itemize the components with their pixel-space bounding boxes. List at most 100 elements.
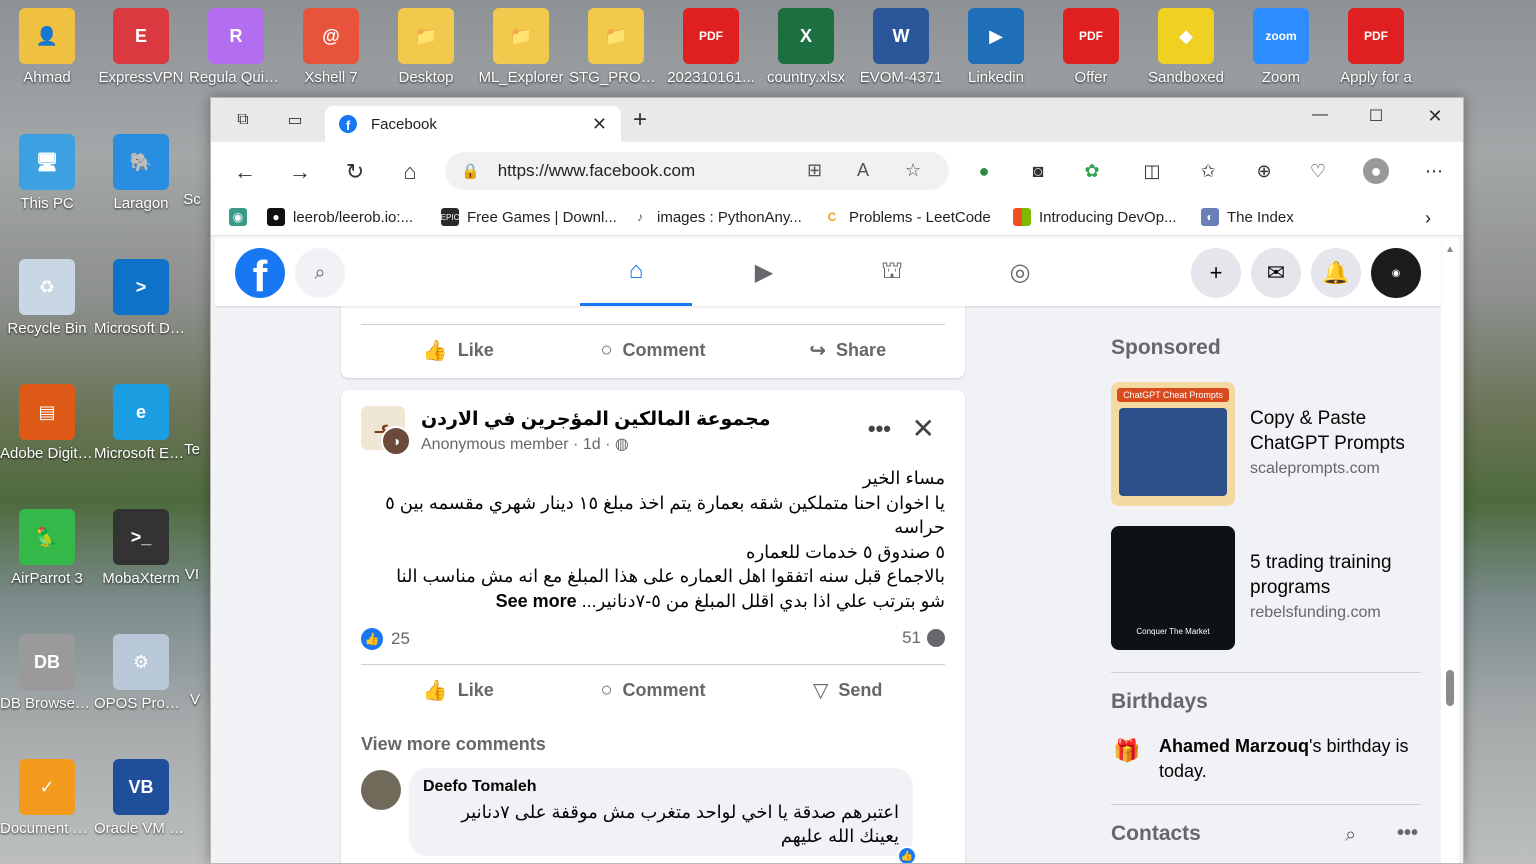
ad-title[interactable]: 5 trading training programs bbox=[1250, 550, 1420, 600]
scroll-up-arrow-icon[interactable]: ▲ bbox=[1445, 244, 1455, 255]
scrollbar-thumb[interactable] bbox=[1446, 670, 1454, 706]
favorite-leerob[interactable]: ● leerob/leerob.io:... bbox=[267, 208, 413, 226]
view-more-comments-link[interactable]: View more comments bbox=[361, 734, 546, 755]
desktop-icon-offer[interactable]: PDF Offer bbox=[1044, 8, 1138, 88]
read-aloud-icon[interactable]: A bbox=[857, 160, 869, 181]
desktop-icon-document-reader[interactable]: ✓ Document Reader bbox=[0, 759, 94, 839]
page-scrollbar[interactable]: ▲ bbox=[1441, 238, 1459, 863]
desktop-icon-stg-pro-p[interactable]: 📁 STG_PRO_P... bbox=[569, 8, 663, 88]
partial-icon-label[interactable]: V bbox=[180, 690, 210, 710]
desktop-icon-adobe-digital-ed[interactable]: ▤ Adobe Digital Ed... bbox=[0, 384, 94, 464]
nav-groups-icon[interactable]: ◎ bbox=[964, 238, 1076, 306]
settings-more-icon[interactable]: ⋯ bbox=[1421, 158, 1447, 184]
favorite-unnamed[interactable]: ◉ bbox=[229, 208, 255, 226]
back-button[interactable]: ← bbox=[231, 158, 259, 186]
account-avatar[interactable]: ◉ bbox=[1371, 248, 1421, 298]
desktop-icon-country-xlsx[interactable]: Xcountry.xlsx bbox=[759, 8, 853, 88]
url-text[interactable]: https://www.facebook.com bbox=[498, 161, 695, 181]
partial-icon-label[interactable]: Sc bbox=[172, 190, 212, 210]
post-time[interactable]: 1d bbox=[583, 436, 601, 453]
notifications-bell-icon[interactable]: 🔔 bbox=[1311, 248, 1361, 298]
desktop-icon-xshell-7[interactable]: @ Xshell 7 bbox=[284, 8, 378, 88]
collections-icon[interactable]: ⊕ bbox=[1251, 158, 1277, 184]
split-screen-icon[interactable]: ◫ bbox=[1139, 158, 1165, 184]
ad-title[interactable]: Copy & Paste ChatGPT Prompts bbox=[1250, 406, 1421, 456]
group-name[interactable]: مجموعة المالكين المؤجرين في الاردن bbox=[421, 408, 771, 431]
desktop-icon-202310161[interactable]: PDF 202310161... bbox=[664, 8, 758, 88]
reaction-count[interactable]: 👍 25 bbox=[361, 628, 410, 650]
comment-button[interactable]: ○ Comment bbox=[556, 665, 751, 716]
desktop-icon-airparrot-3[interactable]: 🦜 AirParrot 3 bbox=[0, 509, 94, 589]
ad-image[interactable]: ChatGPT Cheat Prompts bbox=[1111, 382, 1235, 506]
favorite-leetcode[interactable]: C Problems - LeetCode bbox=[823, 208, 991, 226]
desktop-icon-linkedin[interactable]: ▶ Linkedin bbox=[949, 8, 1043, 88]
lock-icon[interactable]: 🔒 bbox=[461, 162, 480, 180]
create-plus-icon[interactable]: + bbox=[1191, 248, 1241, 298]
forward-button[interactable]: → bbox=[286, 158, 314, 186]
extension-tampermonkey-icon[interactable]: ◙ bbox=[1025, 158, 1051, 184]
more-favorites-chevron-icon[interactable]: › bbox=[1425, 208, 1431, 229]
desktop-icon-apply-for-a[interactable]: PDF Apply for a bbox=[1329, 8, 1423, 88]
post-author[interactable]: Anonymous member bbox=[421, 436, 569, 453]
like-button[interactable]: 👍 Like bbox=[361, 665, 556, 716]
profile-avatar-icon[interactable]: ● bbox=[1363, 158, 1389, 184]
send-button[interactable]: ▽ Send bbox=[750, 665, 945, 716]
desktop-icon-opos-properti[interactable]: ⚙ OPOS Properti... bbox=[94, 634, 188, 714]
minimize-button[interactable]: — bbox=[1297, 106, 1343, 124]
app-available-icon[interactable]: ⊞ bbox=[807, 160, 822, 181]
desktop-icon-desktop[interactable]: 📁 Desktop bbox=[379, 8, 473, 88]
partial-icon-label[interactable]: Te bbox=[172, 440, 212, 460]
partial-icon-label[interactable]: VI bbox=[172, 565, 212, 585]
share-button[interactable]: ↪ Share bbox=[750, 325, 945, 376]
favorite-devops[interactable]: Introducing DevOp... bbox=[1013, 208, 1177, 226]
ad-image[interactable]: Conquer The Market bbox=[1111, 526, 1235, 650]
commenter-name[interactable]: Deefo Tomaleh bbox=[423, 778, 899, 796]
refresh-button[interactable]: ↻ bbox=[341, 158, 369, 186]
desktop-icon-sandboxed[interactable]: ◆ Sandboxed bbox=[1139, 8, 1233, 88]
extension-android-icon[interactable]: ✿ bbox=[1079, 158, 1105, 184]
nav-video-icon[interactable]: ▶ bbox=[708, 238, 820, 306]
desktop-icon-ahmad[interactable]: 👤 Ahmad bbox=[0, 8, 94, 88]
desktop-icon-expressvpn[interactable]: E ExpressVPN bbox=[94, 8, 188, 88]
desktop-icon-microsoft-data-mi[interactable]: > Microsoft Data Mi... bbox=[94, 259, 188, 339]
comment-count[interactable]: 51 bbox=[902, 628, 945, 648]
tab-facebook[interactable]: f Facebook ✕ bbox=[325, 106, 621, 142]
hide-post-close-icon[interactable]: ✕ bbox=[912, 412, 935, 445]
facebook-logo-icon[interactable]: f bbox=[235, 248, 285, 298]
favorite-epic-games[interactable]: EPIC Free Games | Downl... bbox=[441, 208, 617, 226]
desktop-icon-this-pc[interactable]: 🖥 This PC bbox=[0, 134, 94, 214]
new-tab-button[interactable]: + bbox=[633, 108, 647, 132]
close-tab-icon[interactable]: ✕ bbox=[592, 114, 607, 135]
address-bar[interactable]: 🔒 https://www.facebook.com ⊞ A ☆ bbox=[445, 152, 949, 190]
favorite-the-index[interactable]: ◐ The Index bbox=[1201, 208, 1294, 226]
nav-home-icon[interactable]: ⌂ bbox=[580, 238, 692, 306]
contacts-search-icon[interactable]: ⌕ bbox=[1345, 824, 1356, 847]
more-options-icon[interactable]: ••• bbox=[868, 416, 891, 442]
workspaces-icon[interactable]: ⧉ bbox=[231, 108, 255, 132]
nav-marketplace-icon[interactable]: ⛫ bbox=[836, 238, 948, 306]
commenter-avatar[interactable] bbox=[361, 770, 401, 810]
desktop-icon-regula-quick[interactable]: R Regula Quick ... bbox=[189, 8, 283, 88]
desktop-icon-zoom[interactable]: zoom Zoom bbox=[1234, 8, 1328, 88]
tab-actions-icon[interactable]: ▭ bbox=[283, 108, 307, 132]
desktop-icon-ml-explorer[interactable]: 📁 ML_Explorer bbox=[474, 8, 568, 88]
favorite-star-icon[interactable]: ☆ bbox=[905, 160, 921, 181]
see-more-link[interactable]: See more bbox=[496, 591, 577, 611]
browser-essentials-icon[interactable]: ♡ bbox=[1305, 158, 1331, 184]
favorite-pythonanywhere[interactable]: ♪ images : PythonAny... bbox=[631, 208, 802, 226]
favorites-icon[interactable]: ✩ bbox=[1195, 158, 1221, 184]
extension-globe-icon[interactable]: ● bbox=[971, 158, 997, 184]
comment-button[interactable]: ○ Comment bbox=[556, 325, 751, 376]
like-button[interactable]: 👍 Like bbox=[361, 325, 556, 376]
close-window-button[interactable]: ✕ bbox=[1412, 106, 1458, 127]
contacts-more-icon[interactable]: ••• bbox=[1397, 822, 1418, 845]
sponsored-ad-2[interactable]: Conquer The Market 5 trading training pr… bbox=[1111, 526, 1421, 650]
sponsored-ad-1[interactable]: ChatGPT Cheat Prompts Copy & Paste ChatG… bbox=[1111, 382, 1421, 506]
desktop-icon-recycle-bin[interactable]: ♻ Recycle Bin bbox=[0, 259, 94, 339]
desktop-icon-oracle-vm-virtualbox[interactable]: VB Oracle VM VirtualBox bbox=[94, 759, 188, 839]
desktop-icon-evom-4371[interactable]: W EVOM-4371 bbox=[854, 8, 948, 88]
home-button[interactable]: ⌂ bbox=[396, 158, 424, 186]
comment-like-reaction-icon[interactable]: 👍 bbox=[897, 846, 917, 863]
maximize-button[interactable]: ☐ bbox=[1353, 106, 1399, 126]
search-icon[interactable]: ⌕ bbox=[295, 248, 345, 298]
